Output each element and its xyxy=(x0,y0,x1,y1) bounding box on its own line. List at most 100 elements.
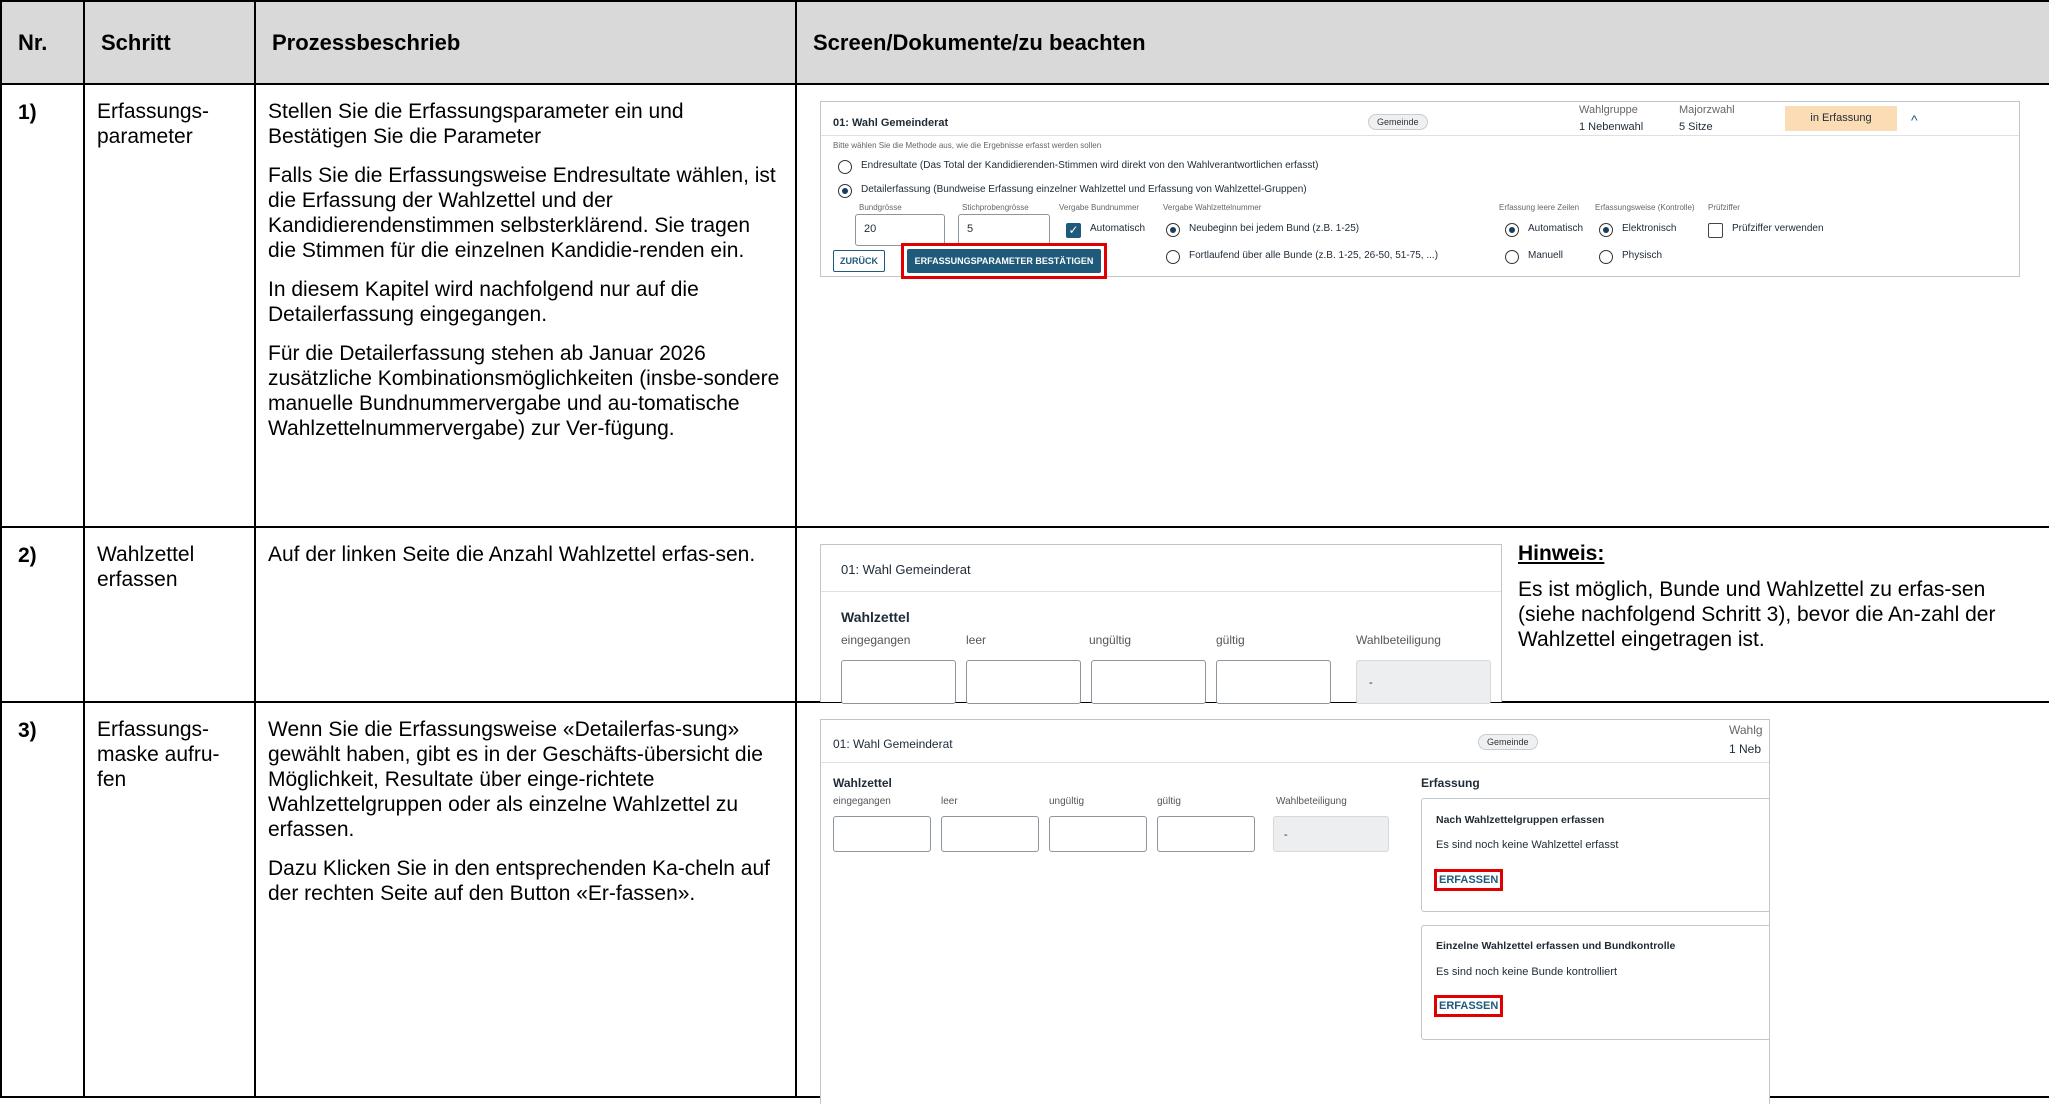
col-wahlbeteiligung: Wahlbeteiligung xyxy=(1276,796,1347,807)
election-title: 01: Wahl Gemeinderat xyxy=(833,737,953,751)
col-wahlbeteiligung: Wahlbeteiligung xyxy=(1356,633,1441,647)
label-physisch: Physisch xyxy=(1622,250,1663,261)
automatisch-label: Automatisch xyxy=(1090,223,1146,234)
step-name: Erfassungs- parameter xyxy=(83,83,256,528)
label-elektronisch: Elektronisch xyxy=(1622,223,1677,234)
wahlbeteiligung-field: - xyxy=(1273,816,1389,852)
col-gueltig: gültig xyxy=(1216,633,1245,647)
ungueltig-input[interactable] xyxy=(1049,816,1147,852)
params-screenshot: 01: Wahl Gemeinderat Gemeinde Wahlgruppe… xyxy=(820,101,2020,279)
col-ungueltig: ungültig xyxy=(1089,633,1132,647)
scope-badge: Gemeinde xyxy=(1368,114,1428,130)
desc-paragraph: Stellen Sie die Erfassungsparameter ein … xyxy=(268,100,684,148)
card-title: Einzelne Wahlzettel erfassen und Bundkon… xyxy=(1436,940,1676,952)
header-schritt: Schritt xyxy=(83,0,256,85)
vergabe-bund-label: Vergabe Bundnummer xyxy=(1059,203,1140,212)
wahlart-label: Majorzwahl xyxy=(1679,104,1735,116)
radio-leere-automatisch[interactable] xyxy=(1505,223,1519,237)
wahlbeteiligung-field: - xyxy=(1356,660,1491,704)
header-nr: Nr. xyxy=(0,0,85,85)
radio-leere-manuell[interactable] xyxy=(1505,250,1519,264)
pruefziffer-checkbox[interactable] xyxy=(1708,223,1723,238)
label-leere-manuell: Manuell xyxy=(1528,250,1564,261)
pruefziffer-label: Prüfziffer xyxy=(1708,203,1740,212)
table-row: 1) Erfassungs- parameter Stellen Sie die… xyxy=(0,83,2049,528)
automatisch-checkbox[interactable]: ✓ xyxy=(1066,223,1081,238)
erfassen-gruppen-button[interactable]: ERFASSEN xyxy=(1434,869,1504,891)
step-line: parameter xyxy=(97,125,193,148)
radio-neubeginn[interactable] xyxy=(1166,223,1180,237)
step-line: fen xyxy=(97,768,127,791)
wahlzettel-heading: Wahlzettel xyxy=(841,609,910,625)
erfassung-screenshot: 01: Wahl Gemeinderat Gemeinde Wahlg 1 Ne… xyxy=(820,719,1770,1104)
wahlgruppe-label: Wahlg xyxy=(1729,723,1763,737)
col-eingegangen: eingegangen xyxy=(833,796,891,807)
wahlgruppe-value: 1 Nebenwahl xyxy=(1579,121,1644,133)
back-button[interactable]: ZURÜCK xyxy=(833,250,885,272)
radio-physisch[interactable] xyxy=(1599,250,1613,264)
process-description: Wenn Sie die Erfassungsweise «Detailerfa… xyxy=(254,701,797,1098)
step-line: Erfassungs- xyxy=(97,100,210,123)
status-badge: in Erfassung xyxy=(1785,106,1897,131)
process-table: Nr. Schritt Prozessbeschrieb Screen/Doku… xyxy=(0,0,2049,1104)
pruefziffer-checkbox-label: Prüfziffer verwenden xyxy=(1732,223,1824,234)
header-screen: Screen/Dokumente/zu beachten xyxy=(795,0,2049,85)
radio-elektronisch[interactable] xyxy=(1599,223,1613,237)
gueltig-input[interactable] xyxy=(1216,660,1331,704)
wahlzettel-heading: Wahlzettel xyxy=(833,776,892,790)
scope-badge: Gemeinde xyxy=(1478,734,1538,750)
row-number: 2) xyxy=(0,526,85,703)
step-line: Wahlzettel xyxy=(97,543,195,566)
bundgroesse-label: Bundgrösse xyxy=(859,203,902,212)
card-text: Es sind noch keine Bunde kontrolliert xyxy=(1436,966,1617,978)
election-title: 01: Wahl Gemeinderat xyxy=(833,117,949,129)
wahlgruppe-label: Wahlgruppe xyxy=(1579,104,1638,116)
label-neubeginn: Neubeginn bei jedem Bund (z.B. 1-25) xyxy=(1189,223,1360,234)
radio-fortlaufend[interactable] xyxy=(1166,250,1180,264)
screenshot-cell: 01: Wahl Gemeinderat Wahlzettel eingegan… xyxy=(795,526,2049,704)
card-wahlzettelgruppen: Nach Wahlzettelgruppen erfassen Es sind … xyxy=(1421,798,1769,912)
label-detailerfassung: Detailerfassung (Bundweise Erfassung ein… xyxy=(861,184,1307,195)
desc-paragraph: Für die Detailerfassung stehen ab Januar… xyxy=(268,342,780,440)
desc-paragraph: Dazu Klicken Sie in den entsprechenden K… xyxy=(268,857,770,905)
chevron-up-icon[interactable]: ^ xyxy=(1911,112,1918,128)
erfassen-einzeln-button[interactable]: ERFASSEN xyxy=(1434,995,1504,1017)
step-line: Erfassungs- xyxy=(97,718,210,741)
col-ungueltig: ungültig xyxy=(1049,796,1085,807)
ungueltig-input[interactable] xyxy=(1091,660,1206,704)
wahlzettel-screenshot: 01: Wahl Gemeinderat Wahlzettel eingegan… xyxy=(820,544,1502,704)
step-line: maske aufru- xyxy=(97,743,220,766)
highlight-box xyxy=(901,243,1107,279)
stichprobe-input[interactable]: 5 xyxy=(958,214,1050,246)
eingegangen-input[interactable] xyxy=(841,660,956,704)
label-leere-automatisch: Automatisch xyxy=(1528,223,1584,234)
bundgroesse-input[interactable]: 20 xyxy=(855,214,945,246)
header-row: Nr. Schritt Prozessbeschrieb Screen/Doku… xyxy=(0,0,2049,85)
desc-paragraph: In diesem Kapitel wird nachfolgend nur a… xyxy=(268,278,699,326)
leer-input[interactable] xyxy=(941,816,1039,852)
eingegangen-input[interactable] xyxy=(833,816,931,852)
wahlart-value: 5 Sitze xyxy=(1679,121,1713,133)
radio-endresultate[interactable] xyxy=(838,160,852,174)
erfassung-heading: Erfassung xyxy=(1421,776,1480,790)
col-leer: leer xyxy=(966,633,987,647)
note-title: Hinweis: xyxy=(1518,542,1605,565)
radio-detailerfassung[interactable] xyxy=(838,184,852,198)
card-text: Es sind noch keine Wahlzettel erfasst xyxy=(1436,839,1619,851)
col-gueltig: gültig xyxy=(1157,796,1181,807)
step-name: Wahlzettel erfassen xyxy=(83,526,256,703)
screenshot-cell: 01: Wahl Gemeinderat Gemeinde Wahlg 1 Ne… xyxy=(795,701,2049,1104)
desc-paragraph: Auf der linken Seite die Anzahl Wahlzett… xyxy=(268,543,756,566)
step-name: Erfassungs- maske aufru- fen xyxy=(83,701,256,1098)
card-title: Nach Wahlzettelgruppen erfassen xyxy=(1436,814,1605,826)
leere-zeilen-label: Erfassung leere Zeilen xyxy=(1499,203,1580,212)
wahlgruppe-value: 1 Neb xyxy=(1729,742,1762,756)
vergabe-wz-label: Vergabe Wahlzettelnummer xyxy=(1163,203,1262,212)
label-endresultate: Endresultate (Das Total der Kandidierend… xyxy=(861,160,1319,171)
note-text: Es ist möglich, Bunde und Wahlzettel zu … xyxy=(1518,578,1996,651)
stichprobe-label: Stichprobengrösse xyxy=(962,203,1029,212)
method-hint: Bitte wählen Sie die Methode aus, wie di… xyxy=(833,141,1102,150)
leer-input[interactable] xyxy=(966,660,1081,704)
gueltig-input[interactable] xyxy=(1157,816,1255,852)
election-title: 01: Wahl Gemeinderat xyxy=(841,562,971,577)
